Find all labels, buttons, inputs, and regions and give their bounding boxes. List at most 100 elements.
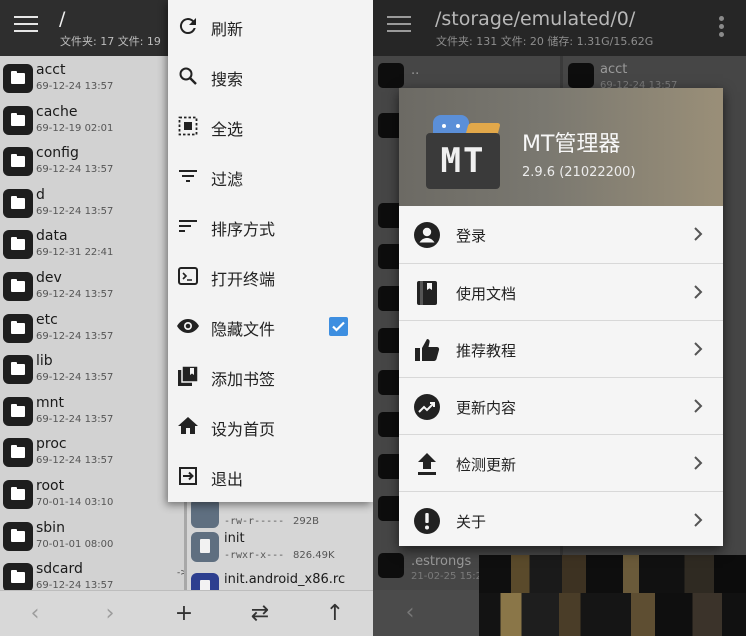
- checkmark-icon: [332, 321, 345, 332]
- folder-icon: [3, 479, 33, 509]
- menu-item-refresh[interactable]: 刷新: [168, 1, 373, 51]
- forward-arrow-icon[interactable]: ›: [93, 597, 127, 631]
- chevron-right-icon: [694, 456, 703, 470]
- folder-icon: [378, 553, 404, 578]
- folder-icon: [3, 64, 33, 93]
- list-item[interactable]: init -rwxr-x--- 826.49K: [187, 526, 373, 568]
- folder-icon: [3, 230, 33, 260]
- back-arrow-icon[interactable]: ‹: [18, 597, 52, 631]
- list-item[interactable]: proc 69-12-24 13:57: [0, 430, 183, 472]
- about-item-about[interactable]: 关于: [399, 491, 723, 548]
- about-item-tutorials[interactable]: 推荐教程: [399, 320, 723, 377]
- folder-icon: [378, 63, 404, 88]
- menu-item-sort[interactable]: 排序方式: [168, 201, 373, 251]
- app-name: MT管理器: [522, 132, 621, 157]
- about-item-check-update[interactable]: 检测更新: [399, 434, 723, 491]
- more-options-icon[interactable]: [719, 16, 725, 38]
- list-item-name: acct: [600, 62, 628, 77]
- up-arrow-icon[interactable]: ↑: [318, 597, 352, 631]
- menu-item-terminal[interactable]: 打开终端: [168, 251, 373, 301]
- menu-item-add-bookmark[interactable]: 添加书签: [168, 351, 373, 401]
- home-icon: [178, 417, 198, 434]
- folder-icon: [3, 271, 33, 301]
- list-item[interactable]: lib 69-12-24 13:57: [0, 347, 183, 389]
- list-item[interactable]: cache 69-12-19 02:01: [0, 98, 183, 140]
- exit-icon: [179, 467, 197, 485]
- list-item[interactable]: etc 69-12-24 13:57: [0, 306, 183, 348]
- thumb-up-icon: [415, 339, 440, 361]
- file-icon: [191, 498, 219, 528]
- right-path-stats: 文件夹: 131 文件: 20 储存: 1.31G/15.62G: [436, 35, 654, 48]
- select-all-icon: [178, 116, 198, 136]
- folder-icon: [3, 438, 33, 468]
- list-item[interactable]: dev 69-12-24 13:57: [0, 264, 183, 306]
- add-icon[interactable]: +: [167, 597, 201, 631]
- menu-item-filter[interactable]: 过滤: [168, 151, 373, 201]
- logo-text: MT: [426, 133, 500, 189]
- sort-icon: [179, 220, 197, 232]
- about-header: MT MT管理器 2.9.6 (21022200): [399, 88, 723, 206]
- chevron-right-icon: [694, 342, 703, 356]
- list-item[interactable]: mnt 69-12-24 13:57: [0, 389, 183, 431]
- hamburger-menu-icon[interactable]: [387, 16, 411, 36]
- menu-item-set-home[interactable]: 设为首页: [168, 401, 373, 451]
- eye-icon: [177, 319, 199, 333]
- left-path-title: /: [59, 8, 66, 30]
- folder-icon: [3, 147, 33, 177]
- list-item[interactable]: root 70-01-14 03:10: [0, 472, 183, 514]
- right-app-bar: /storage/emulated/0/ 文件夹: 131 文件: 20 储存:…: [373, 0, 746, 56]
- about-item-docs[interactable]: 使用文档: [399, 263, 723, 320]
- chevron-right-icon: [694, 227, 703, 241]
- pixelated-censor-area: [479, 555, 746, 636]
- app-version: 2.9.6 (21022200): [522, 165, 636, 180]
- chevron-right-icon: [694, 285, 703, 299]
- bookmark-icon: [178, 365, 199, 386]
- menu-item-search[interactable]: 搜索: [168, 51, 373, 101]
- folder-icon: [3, 521, 33, 551]
- menu-item-exit[interactable]: 退出: [168, 451, 373, 501]
- refresh-icon: [179, 18, 196, 35]
- chevron-right-icon: [694, 399, 703, 413]
- upload-icon: [418, 453, 436, 475]
- chevron-right-icon: [694, 513, 703, 527]
- folder-icon: [3, 188, 33, 218]
- folder-icon: [3, 313, 33, 343]
- book-icon: [417, 281, 437, 305]
- about-item-changelog[interactable]: 更新内容: [399, 377, 723, 434]
- menu-item-select-all[interactable]: 全选: [168, 101, 373, 151]
- hidden-files-checkbox[interactable]: [329, 317, 348, 336]
- left-folder-list: acct 69-12-24 13:57 cache 69-12-19 02:01 c…: [0, 56, 183, 593]
- folder-icon: [568, 63, 594, 88]
- left-file-list: -rw-r----- 292B init -rwxr-x--- 826.49K …: [187, 498, 373, 603]
- overflow-menu: 刷新 搜索 全选 过滤 排序方式 打开终端 隐藏文件 添加书签 设为首页 退出: [168, 0, 373, 502]
- about-item-login[interactable]: 登录: [399, 206, 723, 263]
- search-icon: [179, 67, 197, 85]
- list-item[interactable]: config 69-12-24 13:57: [0, 139, 183, 181]
- list-item-name: .estrongs: [411, 554, 472, 569]
- hamburger-menu-icon[interactable]: [14, 16, 38, 36]
- list-item[interactable]: acct 69-12-24 13:57: [0, 56, 183, 98]
- folder-icon: [3, 355, 33, 385]
- filter-icon: [179, 170, 197, 182]
- back-arrow-icon[interactable]: ‹: [393, 596, 427, 630]
- trending-icon: [414, 394, 440, 420]
- swap-icon[interactable]: ⇄: [243, 597, 277, 631]
- folder-icon: [3, 105, 33, 135]
- list-item-date: 21-02-25 15:26: [411, 571, 489, 582]
- account-icon: [414, 222, 440, 248]
- app-logo: MT: [426, 115, 501, 189]
- file-document-icon: [191, 532, 219, 562]
- right-path-title: /storage/emulated/0/: [435, 8, 636, 30]
- list-item[interactable]: d 69-12-24 13:57: [0, 181, 183, 223]
- info-icon: [414, 508, 440, 534]
- list-item[interactable]: sbin 70-01-01 08:00: [0, 514, 183, 556]
- folder-icon: [3, 563, 33, 593]
- list-item-name: ..: [411, 63, 420, 78]
- folder-icon: [3, 396, 33, 426]
- left-panel: / 文件夹: 17 文件: 19 acct 69-12-24 13:57 cach…: [0, 0, 373, 636]
- about-dialog: MT MT管理器 2.9.6 (21022200) 登录 使用文档 推荐教程 更…: [399, 88, 723, 546]
- menu-item-hidden-files[interactable]: 隐藏文件: [168, 301, 373, 351]
- list-item[interactable]: data 69-12-31 22:41: [0, 222, 183, 264]
- left-path-stats: 文件夹: 17 文件: 19: [60, 35, 161, 48]
- terminal-icon: [178, 267, 198, 285]
